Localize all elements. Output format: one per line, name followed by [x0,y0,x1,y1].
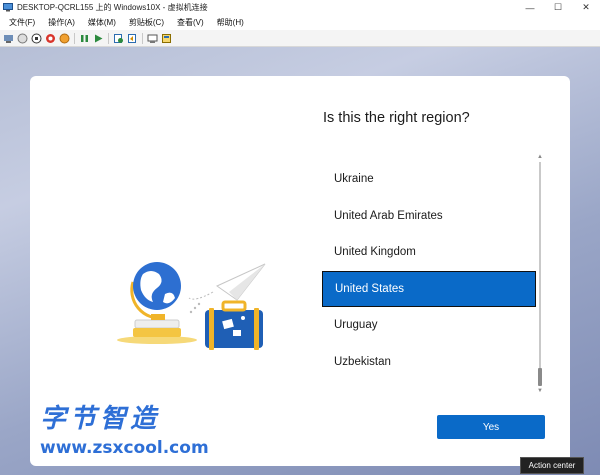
menu-file[interactable]: 文件(F) [9,17,35,28]
revert-icon[interactable] [127,33,138,44]
pause-icon[interactable] [79,33,90,44]
scroll-up-arrow-icon[interactable]: ▲ [537,154,543,160]
toolbar-divider [74,32,75,44]
region-heading: Is this the right region? [323,110,470,126]
menu-bar: 文件(F) 操作(A) 媒体(M) 剪贴板(C) 查看(V) 帮助(H) [0,15,600,30]
menu-help[interactable]: 帮助(H) [217,17,244,28]
save-state-icon[interactable] [59,33,70,44]
minimize-button[interactable]: — [516,0,544,15]
turn-off-icon[interactable] [31,33,42,44]
share-icon[interactable] [161,33,172,44]
shut-down-icon[interactable] [45,33,56,44]
vm-connection-icon [3,3,13,12]
region-item-united-kingdom[interactable]: United Kingdom [322,234,536,271]
menu-view[interactable]: 查看(V) [177,17,204,28]
region-item-uruguay[interactable]: Uruguay [322,307,536,344]
region-item-united-arab-emirates[interactable]: United Arab Emirates [322,198,536,235]
window-title: DESKTOP-QCRL155 上的 Windows10X - 虚拟机连接 [17,3,208,12]
close-button[interactable]: ✕ [572,0,600,15]
start-icon[interactable] [17,33,28,44]
menu-action[interactable]: 操作(A) [48,17,75,28]
region-list[interactable]: Ukraine United Arab Emirates United King… [322,161,536,380]
maximize-button[interactable]: ☐ [544,0,572,15]
toolbar-divider [142,32,143,44]
yes-button[interactable]: Yes [437,415,545,439]
region-list-scrollbar[interactable]: ▲ ▼ [537,154,543,394]
watermark-chinese: 字节智造 [40,404,161,434]
action-center-tooltip: Action center [520,457,584,474]
region-item-ukraine[interactable]: Ukraine [322,161,536,198]
checkpoint-icon[interactable] [113,33,124,44]
window-title-bar: DESKTOP-QCRL155 上的 Windows10X - 虚拟机连接 — … [0,0,600,15]
scrollbar-track[interactable] [539,162,541,386]
enhanced-session-icon[interactable] [147,33,158,44]
menu-clipboard[interactable]: 剪贴板(C) [129,17,164,28]
travel-illustration [117,262,266,350]
toolbar [0,30,600,47]
ctrl-alt-del-icon[interactable] [3,33,14,44]
menu-media[interactable]: 媒体(M) [88,17,116,28]
toolbar-divider [108,32,109,44]
scrollbar-thumb[interactable] [538,368,542,386]
watermark-url: www.zsxcool.com [40,438,209,458]
resume-icon[interactable] [93,33,104,44]
region-item-united-states[interactable]: United States [322,270,536,307]
region-item-uzbekistan[interactable]: Uzbekistan [322,344,536,381]
scroll-down-arrow-icon[interactable]: ▼ [537,388,543,394]
